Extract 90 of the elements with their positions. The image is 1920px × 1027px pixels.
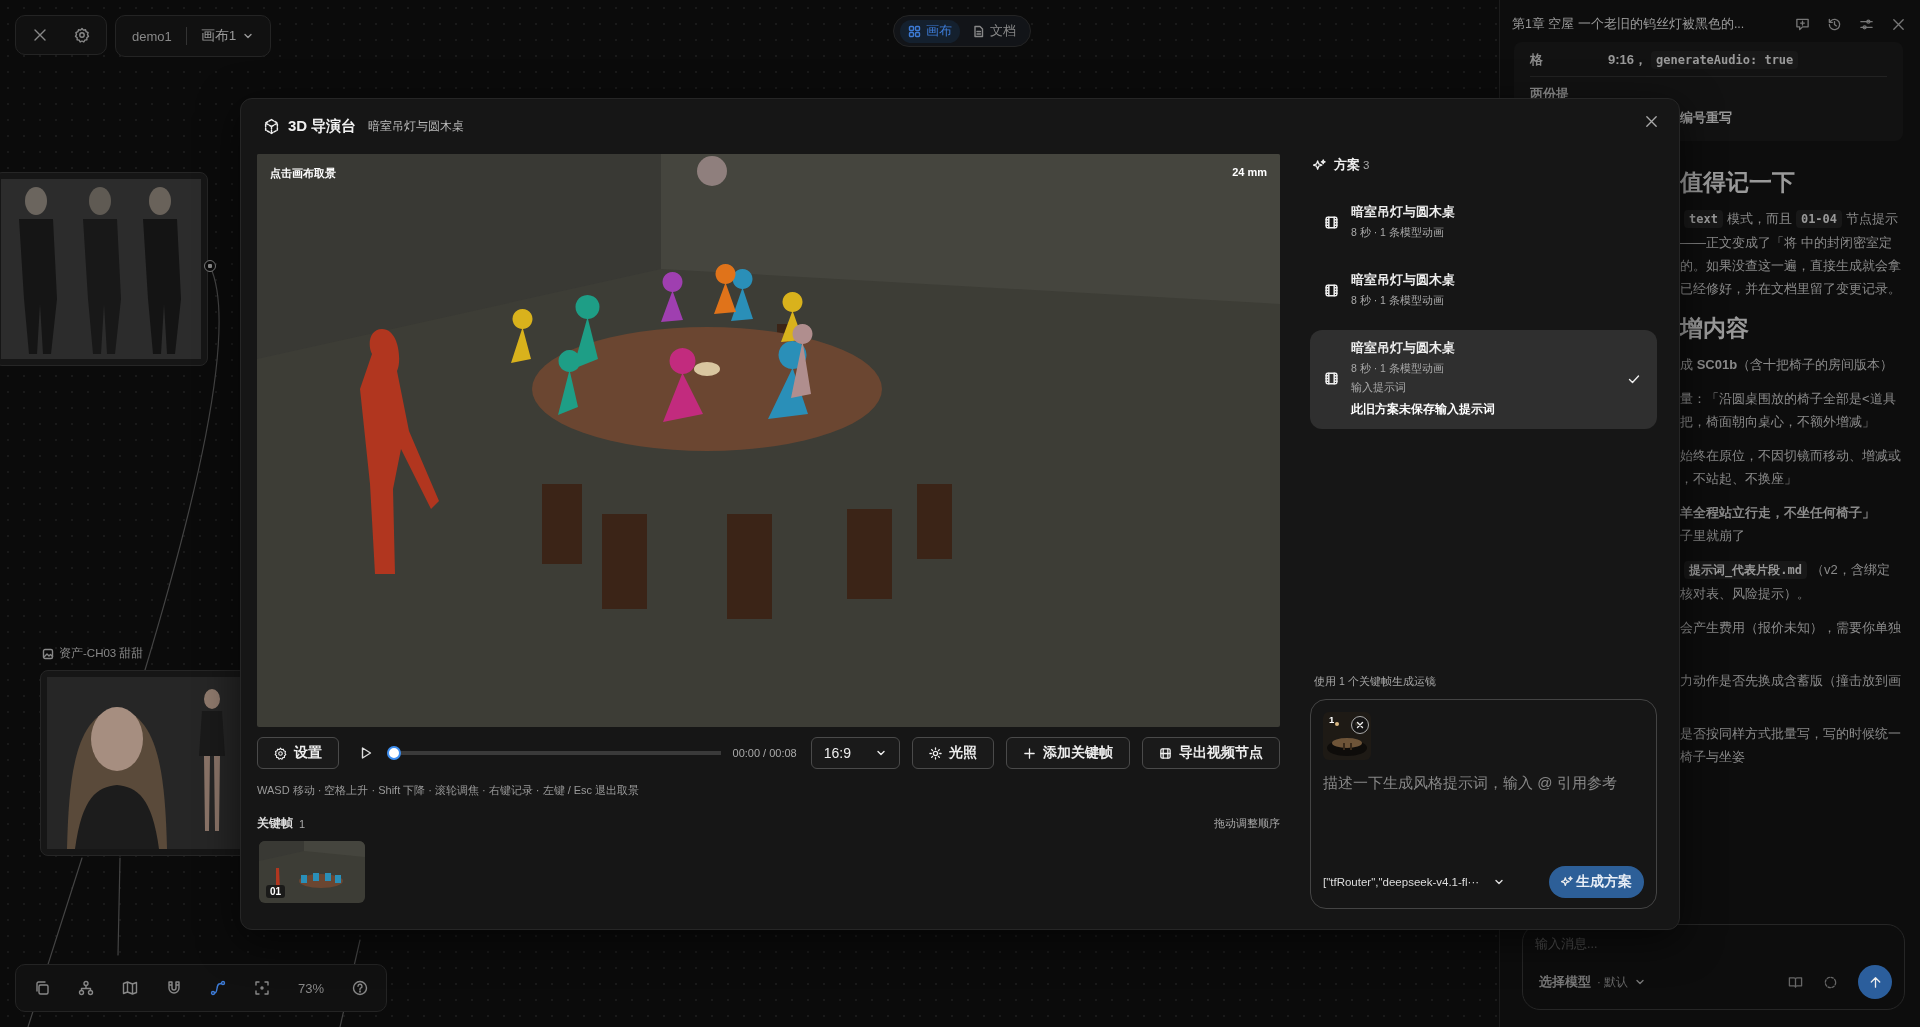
settings-icon[interactable] — [74, 27, 90, 43]
pages-icon[interactable] — [34, 980, 50, 996]
model-select[interactable]: ["tfRouter","deepseek-v4.1-fl··· — [1323, 876, 1506, 888]
text-line: ，不站起、不换座」 — [1680, 470, 1798, 488]
text-line: 子里就崩了 — [1680, 527, 1746, 545]
text-line: text 模式，而且 01-04 节点提示 — [1680, 207, 1910, 231]
document-icon — [972, 24, 985, 38]
slider-thumb[interactable] — [387, 746, 401, 760]
table-label: 格 — [1530, 51, 1544, 69]
scheme-count: 3 — [1363, 159, 1370, 171]
prompt-label: 输入提示词 — [1351, 381, 1407, 395]
close-icon — [1355, 720, 1365, 730]
loading-icon[interactable] — [1823, 974, 1838, 990]
play-icon[interactable] — [359, 746, 373, 760]
scheme-title: 暗室吊灯与圆木桌 — [1351, 340, 1456, 357]
composer-caption: 使用 1 个关键帧生成运镜 — [1314, 675, 1437, 689]
dialog-subtitle: 暗室吊灯与圆木桌 — [368, 118, 465, 135]
history-icon[interactable] — [1827, 16, 1842, 32]
text-line: 是否按同样方式批量写，写的时候统一 — [1680, 725, 1902, 743]
sun-icon — [929, 746, 942, 760]
aspect-select[interactable]: 16:9 — [810, 737, 900, 769]
text-line: 核对表、风险提示）。 — [1680, 585, 1811, 603]
zoom-level[interactable]: 73% — [298, 980, 325, 996]
plus-icon — [1023, 746, 1036, 760]
lighting-button[interactable]: 光照 — [912, 737, 994, 769]
magnet-icon[interactable] — [166, 980, 182, 996]
text-line: 的。如果没查这一遍，直接生成就会拿 — [1680, 257, 1902, 275]
section-heading: 值得记一下 — [1680, 168, 1796, 197]
reorder-hint: 拖动调整顺序 — [1214, 816, 1280, 831]
hierarchy-icon[interactable] — [78, 980, 94, 996]
close-icon[interactable] — [1644, 114, 1659, 129]
document-title: 第1章 空屋 一个老旧的钨丝灯被黑色的... — [1512, 15, 1745, 33]
prompt-field[interactable]: 描述一下生成风格提示词，输入 @ 引用参考 — [1323, 774, 1644, 866]
prompt-composer[interactable]: 1 描述一下生成风格提示词，输入 @ 引用参考 ["tfRouter","deepseek-v4.1-fl··· 生成方案 — [1310, 699, 1657, 909]
text-line: 提示词_代表片段.md （v2，含绑定 — [1680, 558, 1910, 582]
scheme-meta: 8 秒 · 1 条模型动画 — [1351, 362, 1445, 376]
view-tab[interactable]: 文档 — [964, 19, 1024, 43]
sparkle-icon — [1561, 876, 1573, 888]
scheme-meta: 8 秒 · 1 条模型动画 — [1351, 294, 1445, 308]
book-icon[interactable] — [1788, 974, 1803, 990]
cube-icon — [263, 118, 280, 135]
table-value: 编号重写 — [1680, 109, 1733, 127]
node-title: 资产-CH03 甜甜 — [42, 646, 144, 661]
text-line: 已经修好，并在文档里留了变更记录。 — [1680, 280, 1902, 298]
generate-button[interactable]: 生成方案 — [1549, 866, 1644, 898]
help-icon[interactable] — [352, 980, 369, 996]
text-line: 椅子与坐姿 — [1680, 748, 1746, 766]
text-line: 力动作是否先换成含蓄版（撞击放到画 — [1680, 672, 1902, 690]
film-icon — [1324, 282, 1339, 298]
text-line: 会产生费用（报价未知），需要你单独 — [1680, 619, 1902, 637]
focus-icon[interactable] — [254, 980, 270, 996]
close-icon[interactable] — [32, 27, 48, 43]
film-icon — [1324, 371, 1339, 386]
view-tab[interactable]: 画布 — [900, 19, 960, 43]
text-line: ——正文变成了「将 中的封闭密室定 — [1680, 234, 1893, 252]
add-keyframe-button[interactable]: 添加关键帧 — [1006, 737, 1130, 769]
film-icon — [1324, 214, 1339, 230]
text-line: 羊全程站立行走，不坐任何椅子」 — [1680, 504, 1876, 522]
close-icon[interactable] — [1891, 16, 1906, 32]
scheme-title: 暗室吊灯与圆木桌 — [1351, 272, 1455, 289]
film-icon — [1159, 746, 1172, 760]
export-button[interactable]: 导出视频节点 — [1142, 737, 1280, 769]
attachment-number: 1 — [1329, 714, 1335, 725]
keyframe-number: 01 — [266, 885, 286, 898]
scheme-title: 暗室吊灯与圆木桌 — [1351, 204, 1455, 221]
image-icon — [42, 647, 54, 660]
section-heading: 增内容 — [1680, 314, 1750, 343]
text-line: 成 SC01b（含十把椅子的房间版本） — [1680, 356, 1895, 374]
canvas-dropdown[interactable]: 画布1 — [200, 27, 255, 45]
scheme-meta: 8 秒 · 1 条模型动画 — [1351, 226, 1445, 240]
send-button[interactable] — [1858, 965, 1892, 999]
time-readout: 00:00 / 00:08 — [732, 747, 797, 759]
comment-add-icon[interactable] — [1795, 16, 1810, 32]
text-line: 始终在原位，不因切镜而移动、增减或 — [1680, 447, 1902, 465]
route-icon[interactable] — [210, 980, 226, 996]
text-line: 量：「沿圆桌围放的椅子全部是<道具 — [1680, 390, 1897, 408]
keyframe-count: 1 — [299, 817, 306, 830]
dialog-title: 3D 导演台 — [288, 117, 357, 136]
sparkle-icon — [1313, 158, 1326, 172]
shortcut-hint: WASD 移动 · 空格上升 · Shift 下降 · 滚轮调焦 · 右键记录 · 左键 / Esc 退出取景 — [257, 783, 641, 798]
grid-icon — [908, 24, 921, 38]
scheme-item[interactable]: 暗室吊灯与圆木桌 8 秒 · 1 条模型动画 — [1310, 194, 1657, 252]
text-line: 把，椅面朝向桌心，不额外增减」 — [1680, 413, 1876, 431]
map-icon[interactable] — [122, 980, 138, 996]
section-title: 方案 — [1334, 156, 1360, 174]
scheme-note: 此旧方案未保存输入提示词 — [1351, 402, 1495, 417]
scheme-item[interactable]: 暗室吊灯与圆木桌 8 秒 · 1 条模型动画 输入提示词 此旧方案未保存输入提示词 — [1310, 330, 1657, 429]
project-name: demo1 — [132, 28, 172, 44]
scheme-item[interactable]: 暗室吊灯与圆木桌 8 秒 · 1 条模型动画 — [1310, 262, 1657, 320]
model-select[interactable]: 选择模型 · 默认 — [1535, 973, 1647, 991]
